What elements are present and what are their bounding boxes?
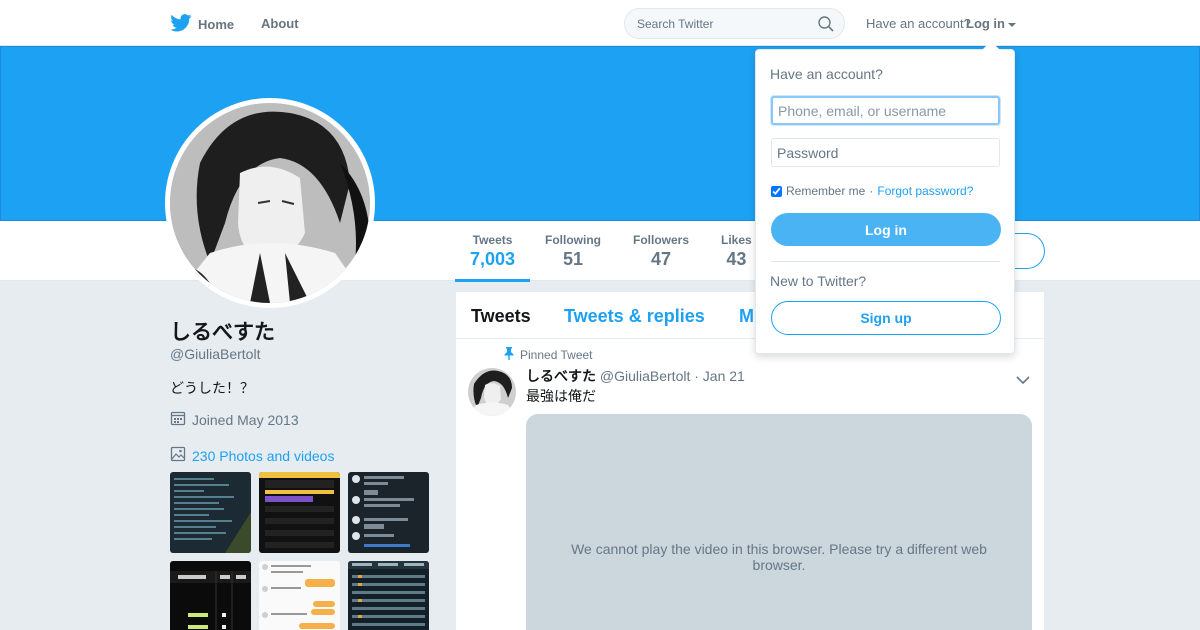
tweet-author-name[interactable]: しるべすた [526,368,596,384]
chevron-down-icon[interactable] [1016,372,1030,390]
stat-label: Tweets [472,233,513,247]
have-account-text: Have an account? [866,16,971,31]
stat-value: 43 [726,249,747,269]
profile-bio: どうした！？ [170,380,254,396]
nav-home-label: Home [198,17,235,32]
tweet-video[interactable]: We cannot play the video in this browser… [526,414,1032,630]
image-icon [170,446,186,465]
tab-tweets[interactable]: Tweets [471,306,531,327]
tweet-date[interactable]: · Jan 21 [694,368,745,384]
pinned-indicator: Pinned Tweet [503,347,593,363]
chevron-down-icon [1008,22,1016,27]
login-button[interactable]: Log in [771,213,1001,246]
tweet-text: 最強は俺だ [526,388,596,404]
profile-avatar[interactable] [165,98,375,308]
tab-media[interactable]: M [739,306,754,327]
divider [771,261,1000,262]
search-box [624,8,845,39]
top-nav: Home About Have an account? Log in [0,0,1200,46]
tweet-author-handle[interactable]: @GiuliaBertolt [600,368,690,384]
video-unsupported-message: We cannot play the video in this browser… [571,541,987,573]
stat-label: Followers [633,233,690,247]
search-input[interactable] [637,16,807,31]
nav-about[interactable]: About [261,16,299,31]
pin-icon [503,347,515,363]
stat-following[interactable]: Following 51 [545,233,601,270]
media-thumbnail[interactable] [348,472,429,553]
media-thumbnail[interactable] [259,561,340,630]
profile-handle[interactable]: @GiuliaBertolt [170,346,260,362]
stat-tweets[interactable]: Tweets 7,003 [454,233,531,282]
new-to-twitter-text: New to Twitter? [770,273,867,289]
login-link-label: Log in [966,16,1005,31]
search-icon[interactable] [818,16,834,35]
photos-videos-label: 230 Photos and videos [192,447,335,464]
stat-followers[interactable]: Followers 47 [633,233,689,270]
stat-label: Likes [721,233,752,247]
media-thumbnail[interactable] [170,561,251,630]
username-field[interactable] [771,96,1000,125]
stat-value: 51 [562,249,584,269]
joined-text: Joined May 2013 [192,411,299,428]
stat-value: 47 [650,249,672,269]
signup-button[interactable]: Sign up [771,301,1001,335]
media-thumbnail[interactable] [170,472,251,553]
nav-home[interactable]: Home [170,14,234,35]
twitter-bird-icon [170,14,192,35]
media-thumbnail[interactable] [348,561,429,630]
login-dropdown-title: Have an account? [770,66,883,82]
login-dropdown: Have an account? Remember me · Forgot pa… [755,41,1015,354]
tweet-header: しるべすた @GiuliaBertolt · Jan 21 [526,366,745,386]
separator-dot: · [869,184,874,198]
login-dropdown-toggle[interactable]: Log in [966,16,1016,31]
calendar-icon [170,410,186,429]
pinned-label: Pinned Tweet [520,348,593,362]
forgot-password-link[interactable]: Forgot password? [877,184,973,198]
remember-me-checkbox[interactable] [771,185,782,197]
remember-row: Remember me · Forgot password? [771,184,973,198]
password-field[interactable] [771,138,1000,167]
profile-joined: Joined May 2013 [170,410,299,429]
stat-likes[interactable]: Likes 43 [721,233,752,270]
tweet-avatar[interactable] [468,368,516,416]
stat-label: Following [545,233,601,247]
stat-value: 7,003 [470,249,516,269]
photos-videos-link[interactable]: 230 Photos and videos [170,446,334,465]
remember-me-label[interactable]: Remember me [786,184,865,198]
media-thumbnail[interactable] [259,472,340,553]
tab-tweets-replies[interactable]: Tweets & replies [564,306,705,327]
profile-name: しるべすた [170,321,275,344]
